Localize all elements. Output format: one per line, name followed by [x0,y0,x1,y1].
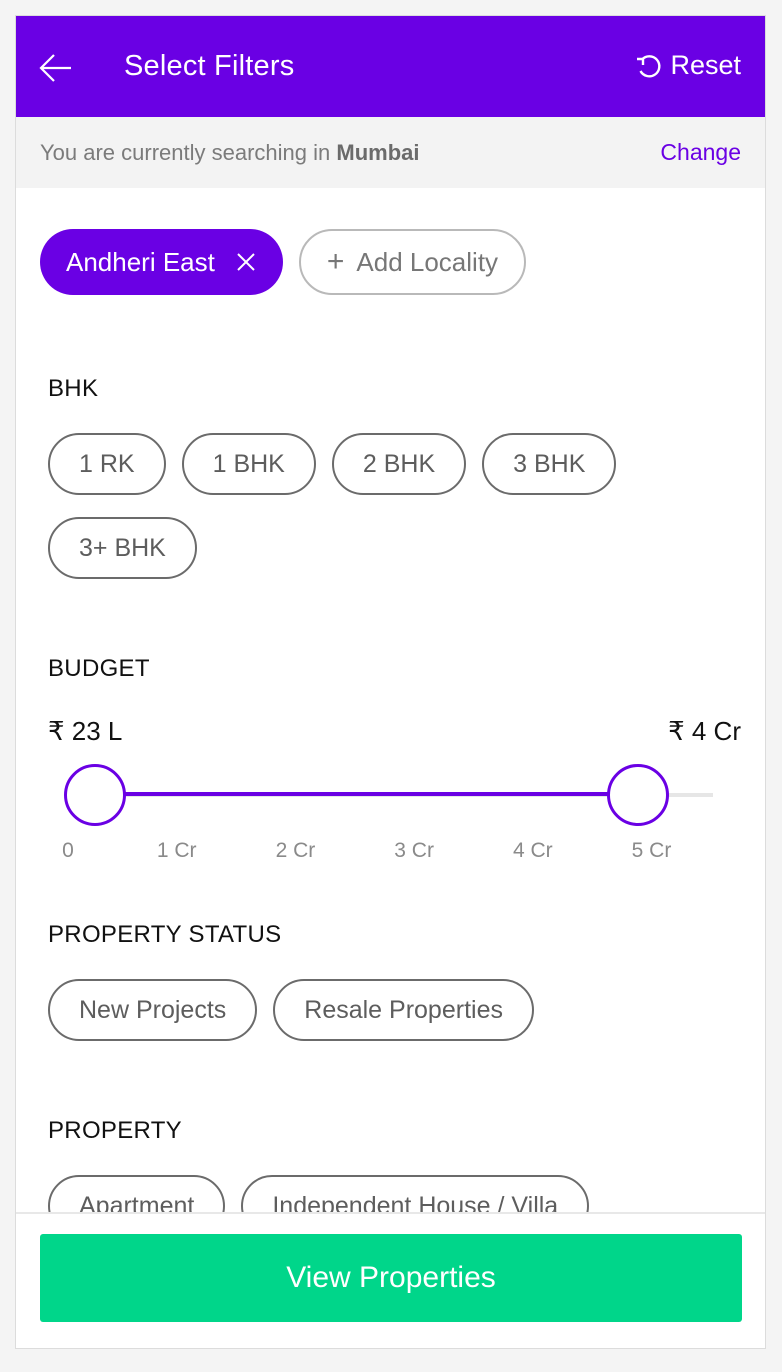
slider-tick-label: 3 Cr [394,839,434,862]
change-city-link[interactable]: Change [660,139,741,166]
bhk-section-title: BHK [48,375,99,402]
slider-tick-label: 5 Cr [631,839,672,862]
slider-tick-label: 4 Cr [512,839,553,862]
budget-section-title: BUDGET [48,655,150,682]
plus-icon: + [326,245,345,278]
bhk-option[interactable]: 3+ BHK [48,517,197,579]
property-status-options: New Projects Resale Properties [48,979,688,1041]
reset-button[interactable]: Reset [634,50,741,81]
budget-range-slider[interactable] [16,756,765,836]
slider-tick-label: 1 Cr [156,839,197,862]
slider-min-handle[interactable] [64,764,127,826]
location-text: You are currently searching in Mumbai [40,140,420,166]
budget-min-value: ₹ 23 L [48,716,123,746]
location-city: Mumbai [336,140,420,165]
location-prefix: You are currently searching in [40,140,331,165]
back-button[interactable] [38,50,74,86]
page-title: Select Filters [124,50,295,82]
header-bar: Select Filters Reset [16,16,765,117]
slider-tick-label: 2 Cr [275,839,316,862]
close-icon[interactable] [235,251,257,273]
add-locality-button[interactable]: + Add Locality [298,229,527,295]
locality-chip-label: Andheri East [66,246,215,277]
slider-track-fill [95,792,638,796]
locality-chip[interactable]: Andheri East [40,229,283,295]
slider-max-handle[interactable] [606,764,669,826]
bhk-options: 1 RK 1 BHK 2 BHK 3 BHK 3+ BHK [48,433,688,579]
budget-max-value: ₹ 4 Cr [668,716,741,746]
footer-bar: View Properties [16,1212,765,1348]
add-locality-label: Add Locality [356,246,499,277]
location-bar: You are currently searching in Mumbai Ch… [16,117,765,188]
filters-panel: Select Filters Reset You are currently s… [15,15,766,1349]
locality-chips: Andheri East + Add Locality [40,229,527,295]
bhk-option[interactable]: 1 BHK [181,433,316,495]
arrow-left-icon [39,54,71,82]
refresh-ccw-icon [637,54,661,77]
property-status-option[interactable]: Resale Properties [273,979,534,1041]
bhk-option[interactable]: 3 BHK [482,433,617,495]
bhk-option[interactable]: 2 BHK [331,433,467,495]
property-status-title: PROPERTY STATUS [48,921,282,948]
bhk-option[interactable]: 1 RK [48,433,166,495]
slider-tick-label: 0 [62,839,74,862]
property-status-option[interactable]: New Projects [48,979,258,1041]
reset-label: Reset [670,50,741,80]
view-properties-button[interactable]: View Properties [40,1234,742,1322]
property-section-title: PROPERTY [48,1117,182,1144]
